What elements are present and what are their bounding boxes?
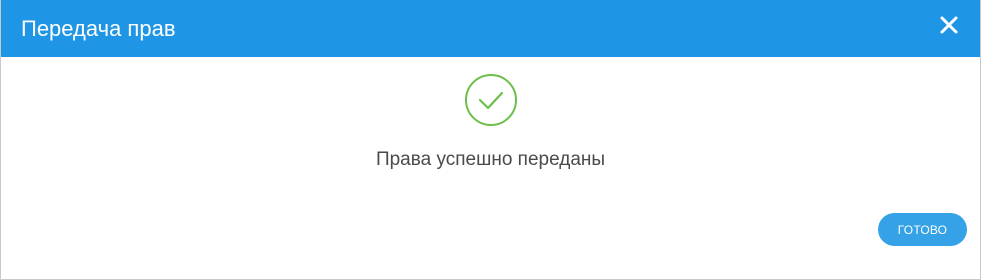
dialog-title: Передача прав xyxy=(21,16,176,41)
close-button[interactable] xyxy=(938,14,962,38)
dialog-header: Передача прав xyxy=(1,0,980,57)
success-message: Права успешно переданы xyxy=(375,149,606,170)
close-icon xyxy=(938,14,962,38)
done-button[interactable]: ГОТОВО xyxy=(878,213,967,246)
transfer-rights-dialog: Передача прав Права успешно переданы ГОТ… xyxy=(0,0,981,280)
checkmark-circle-icon xyxy=(464,73,518,127)
